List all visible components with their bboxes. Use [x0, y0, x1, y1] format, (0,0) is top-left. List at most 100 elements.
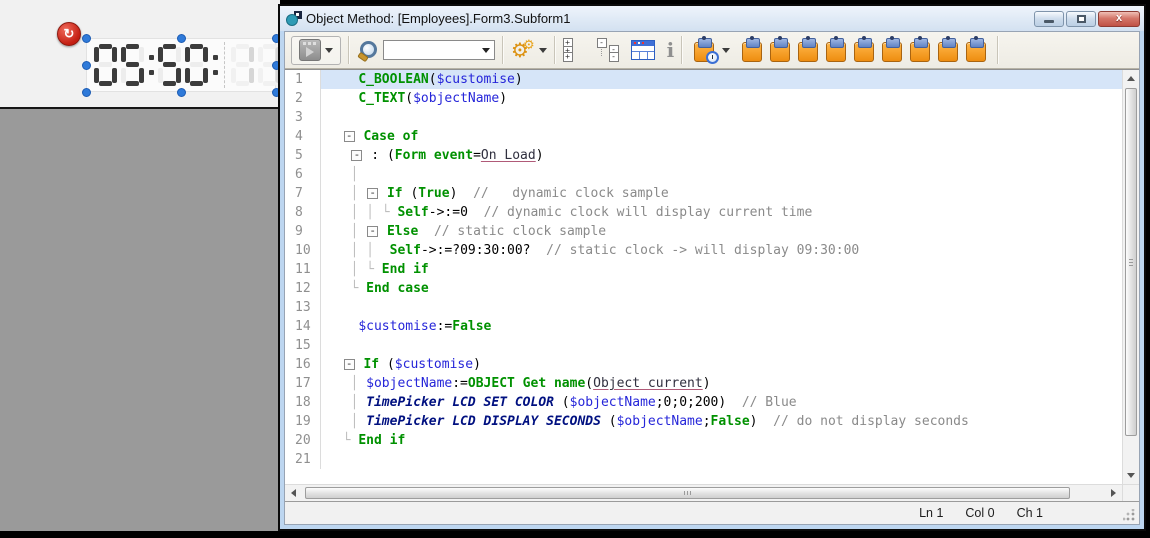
code-line[interactable]: 6 │: [285, 165, 1122, 184]
scroll-up-button[interactable]: [1123, 71, 1138, 86]
clipboard-4-button[interactable]: [826, 38, 846, 62]
window-title: Object Method: [Employees].Form3.Subform…: [306, 11, 570, 26]
code-line[interactable]: 11 │ └ End if: [285, 260, 1122, 279]
code-line[interactable]: 20 └ End if: [285, 431, 1122, 450]
numbered-clipboards: [738, 38, 990, 62]
vertical-scroll-thumb[interactable]: [1125, 88, 1137, 436]
code-line[interactable]: 21: [285, 450, 1122, 469]
horizontal-scrollbar[interactable]: [285, 484, 1122, 501]
line-number: 2: [285, 89, 321, 108]
lcd-clock-widget[interactable]: PM: [86, 38, 276, 92]
macros-button[interactable]: ⚙ ⚙: [511, 40, 547, 60]
expand-all-button[interactable]: + + + +: [563, 38, 587, 62]
selection-handle[interactable]: [177, 34, 186, 43]
toolbar-separator: [997, 36, 999, 64]
selection-handle[interactable]: [177, 88, 186, 97]
search-combobox[interactable]: [383, 40, 495, 60]
collapse-all-button[interactable]: - - -: [597, 38, 621, 62]
code-line[interactable]: 17 │ $objectName:=OBJECT Get name(Object…: [285, 374, 1122, 393]
lcd-digit-0: [185, 44, 208, 86]
code-editor[interactable]: 1 C_BOOLEAN($customise)2 C_TEXT($objectN…: [285, 69, 1139, 501]
selection-handle[interactable]: [82, 88, 91, 97]
lcd-digit-1: [231, 44, 254, 86]
titlebar[interactable]: Object Method: [Employees].Form3.Subform…: [280, 6, 1144, 31]
clipboard-6-button[interactable]: [882, 38, 902, 62]
code-text: │ TimePicker LCD DISPLAY SECONDS ($objec…: [321, 412, 1122, 431]
status-bar: Ln 1 Col 0 Ch 1: [285, 501, 1139, 524]
maximize-icon: [1077, 15, 1086, 23]
line-number: 18: [285, 393, 321, 412]
clipboard-5-button[interactable]: [854, 38, 874, 62]
code-line[interactable]: 1 C_BOOLEAN($customise): [285, 70, 1122, 89]
chevron-down-icon: [539, 48, 547, 53]
fold-box-icon[interactable]: -: [344, 131, 355, 142]
clipboard-3-button[interactable]: [798, 38, 818, 62]
code-text: │ TimePicker LCD SET COLOR ($objectName;…: [321, 393, 1122, 412]
selection-handle[interactable]: [82, 34, 91, 43]
code-text: C_TEXT($objectName): [321, 89, 1122, 108]
code-line[interactable]: 16 - If ($customise): [285, 355, 1122, 374]
resize-grip[interactable]: [1123, 509, 1135, 521]
object-method-window: Object Method: [Employees].Form3.Subform…: [278, 4, 1146, 531]
code-line[interactable]: 4 - Case of: [285, 127, 1122, 146]
code-line[interactable]: 14 $customise:=False: [285, 317, 1122, 336]
code-text: │: [321, 165, 1122, 184]
outside-form-area: [0, 109, 280, 531]
code-line[interactable]: 2 C_TEXT($objectName): [285, 89, 1122, 108]
code-text: $customise:=False: [321, 317, 1122, 336]
scroll-right-button[interactable]: [1106, 485, 1121, 500]
expand-all-icon: + + + +: [563, 38, 587, 62]
line-number: 10: [285, 241, 321, 260]
fold-box-icon[interactable]: -: [367, 226, 378, 237]
fold-box-icon[interactable]: -: [344, 359, 355, 370]
fold-box-icon[interactable]: -: [367, 188, 378, 199]
line-number: 12: [285, 279, 321, 298]
clipboard-8-button[interactable]: [938, 38, 958, 62]
code-line[interactable]: 9 │ - Else // static clock sample: [285, 222, 1122, 241]
code-line[interactable]: 19 │ TimePicker LCD DISPLAY SECONDS ($ob…: [285, 412, 1122, 431]
clipboard-1-button[interactable]: [742, 38, 762, 62]
maximize-button[interactable]: [1066, 11, 1096, 27]
code-text: [321, 336, 1122, 355]
vertical-scrollbar[interactable]: [1122, 70, 1139, 484]
information-button[interactable]: i: [667, 40, 675, 60]
close-button[interactable]: x: [1098, 11, 1140, 27]
selection-handle[interactable]: [82, 61, 91, 70]
code-line[interactable]: 12 └ End case: [285, 279, 1122, 298]
code-line[interactable]: 15: [285, 336, 1122, 355]
clipboard-7-button[interactable]: [910, 38, 930, 62]
toolbar-separator: [502, 36, 504, 64]
clipboard-2-button[interactable]: [770, 38, 790, 62]
scroll-left-button[interactable]: [286, 485, 301, 500]
line-number: 7: [285, 184, 321, 203]
code-line[interactable]: 3: [285, 108, 1122, 127]
code-text: [321, 298, 1122, 317]
code-text: - If ($customise): [321, 355, 1122, 374]
horizontal-scroll-thumb[interactable]: [305, 487, 1070, 499]
line-number: 5: [285, 146, 321, 165]
execute-method-button[interactable]: [291, 36, 341, 65]
line-number: 13: [285, 298, 321, 317]
toolbar-separator: [681, 36, 683, 64]
object-method-badge-icon[interactable]: ↻: [57, 22, 81, 46]
code-line[interactable]: 8 │ │ └ Self->:=0 // dynamic clock will …: [285, 203, 1122, 222]
clipboard-9-button[interactable]: [966, 38, 986, 62]
code-pane[interactable]: 1 C_BOOLEAN($customise)2 C_TEXT($objectN…: [285, 70, 1122, 484]
fold-box-icon[interactable]: -: [351, 150, 362, 161]
line-number: 14: [285, 317, 321, 336]
method-properties-button[interactable]: [631, 40, 655, 60]
search-icon[interactable]: [357, 39, 379, 61]
clipboard-history-button[interactable]: [690, 38, 730, 62]
code-line[interactable]: 7 │ - If (True) // dynamic clock sample: [285, 184, 1122, 203]
line-number: 11: [285, 260, 321, 279]
code-line[interactable]: 5 - : (Form event=On Load): [285, 146, 1122, 165]
code-line[interactable]: 18 │ TimePicker LCD SET COLOR ($objectNa…: [285, 393, 1122, 412]
code-text: │ │ Self->:=?09:30:00? // static clock -…: [321, 241, 1122, 260]
code-text: [321, 450, 1122, 469]
code-text: │ - Else // static clock sample: [321, 222, 1122, 241]
scroll-down-button[interactable]: [1123, 468, 1138, 483]
minimize-button[interactable]: [1034, 11, 1064, 27]
code-line[interactable]: 10 │ │ Self->:=?09:30:00? // static cloc…: [285, 241, 1122, 260]
code-line[interactable]: 13: [285, 298, 1122, 317]
line-number: 15: [285, 336, 321, 355]
